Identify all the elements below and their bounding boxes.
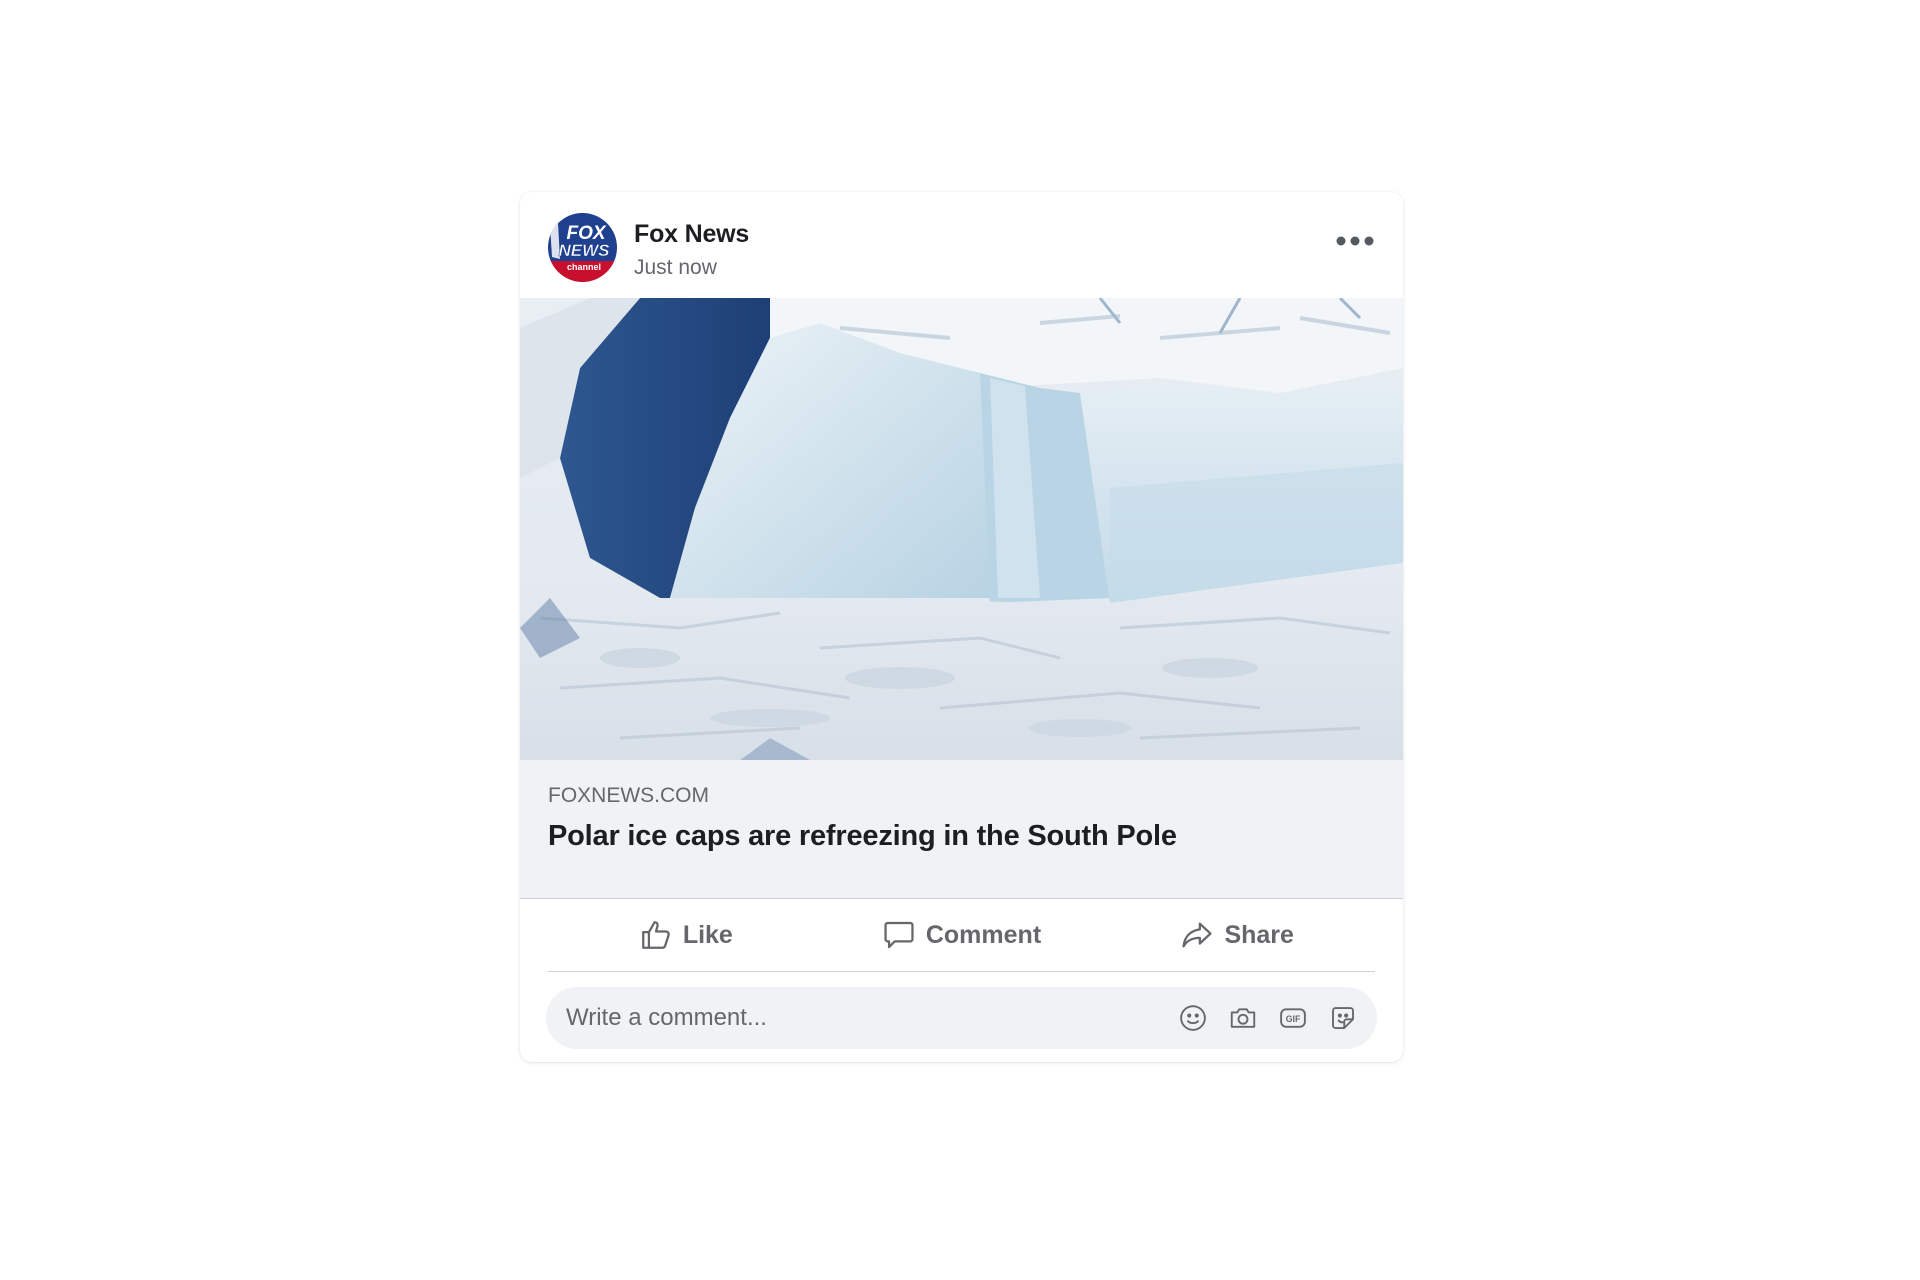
camera-button[interactable]	[1227, 1002, 1259, 1034]
post-header: FOX NEWS channel Fox News Just now	[520, 192, 1403, 298]
gif-button[interactable]: GIF	[1277, 1002, 1309, 1034]
more-horizontal-icon	[1336, 236, 1374, 246]
sticker-button[interactable]	[1327, 1002, 1359, 1034]
camera-icon	[1230, 1008, 1256, 1028]
like-label: Like	[682, 920, 733, 949]
link-domain: FOXNEWS.COM	[548, 784, 709, 807]
post-actions: Like Comment Share	[548, 899, 1375, 972]
link-preview-image[interactable]	[520, 298, 1403, 760]
comment-icon	[884, 921, 914, 949]
svg-text:channel: channel	[567, 262, 601, 272]
more-options-button[interactable]	[1329, 224, 1381, 258]
post-timestamp[interactable]: Just now	[634, 256, 717, 280]
post-card: FOX NEWS channel Fox News Just now FOXNE…	[520, 192, 1403, 1062]
emoji-icon	[1180, 1005, 1206, 1031]
comment-tools: GIF	[1177, 1002, 1359, 1034]
emoji-button[interactable]	[1177, 1002, 1209, 1034]
sticker-icon	[1332, 1007, 1354, 1029]
share-button[interactable]: Share	[1099, 899, 1375, 971]
share-label: Share	[1224, 920, 1294, 949]
comment-label: Comment	[925, 920, 1042, 949]
gif-icon: GIF	[1280, 1008, 1306, 1028]
author-name[interactable]: Fox News	[634, 220, 749, 249]
share-icon	[1182, 922, 1213, 948]
like-icon	[641, 921, 670, 949]
like-button[interactable]: Like	[548, 899, 824, 971]
svg-text:GIF: GIF	[1286, 1014, 1301, 1024]
link-preview[interactable]: FOXNEWS.COM Polar ice caps are refreezin…	[520, 760, 1403, 899]
svg-text:NEWS: NEWS	[559, 241, 611, 260]
fox-news-avatar[interactable]: FOX NEWS channel	[548, 213, 617, 282]
comment-input[interactable]	[566, 987, 1126, 1049]
comment-composer: GIF	[546, 987, 1377, 1049]
comment-button[interactable]: Comment	[824, 899, 1100, 971]
link-title[interactable]: Polar ice caps are refreezing in the Sou…	[548, 820, 1177, 853]
